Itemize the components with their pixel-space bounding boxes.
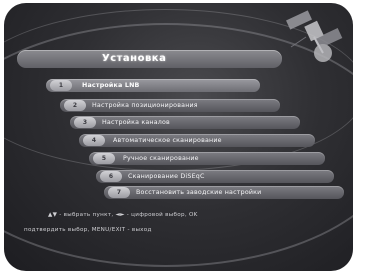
menu-item-diseqc-scan[interactable]: 6 Сканирование DiSEqC <box>96 170 334 183</box>
menu-item-factory-reset[interactable]: 7 Восстановить заводские настройки <box>104 186 344 199</box>
item-number-badge: 3 <box>74 117 96 128</box>
menu-item-lnb[interactable]: 1 Настройка LNB <box>46 79 260 92</box>
tv-frame: Установка 1 Настройка LNB 2 Настройка по… <box>0 0 365 276</box>
item-number-badge: 5 <box>93 153 115 164</box>
menu-item-auto-scan[interactable]: 4 Автоматическое сканирование <box>79 134 315 147</box>
item-number-badge: 6 <box>100 171 122 182</box>
menu-screen: Установка 1 Настройка LNB 2 Настройка по… <box>4 3 353 271</box>
page-title: Установка <box>102 53 167 64</box>
menu-item-label: Автоматическое сканирование <box>113 137 222 144</box>
menu-item-label: Сканирование DiSEqC <box>128 173 205 180</box>
satellite-icon <box>286 10 343 62</box>
menu-item-label: Настройка LNB <box>82 82 140 89</box>
menu-item-label: Ручное сканирование <box>123 155 199 162</box>
menu-item-channels[interactable]: 3 Настройка каналов <box>70 116 300 129</box>
item-number-badge: 7 <box>108 187 130 198</box>
help-text-line: подтвердить выбор, MENU/EXIT - выход <box>24 227 152 233</box>
menu-item-positioner[interactable]: 2 Настройка позиционирования <box>60 99 280 112</box>
help-text-line: ▲▼ - выбрать пункт, ◄► - цифровой выбор,… <box>48 212 198 218</box>
item-number-badge: 2 <box>64 100 86 111</box>
item-number-badge: 4 <box>83 135 105 146</box>
menu-item-label: Настройка позиционирования <box>92 102 198 109</box>
menu-item-manual-scan[interactable]: 5 Ручное сканирование <box>89 152 325 165</box>
menu-item-label: Восстановить заводские настройки <box>136 189 262 196</box>
item-number-badge: 1 <box>50 80 72 91</box>
menu-item-label: Настройка каналов <box>102 119 170 126</box>
